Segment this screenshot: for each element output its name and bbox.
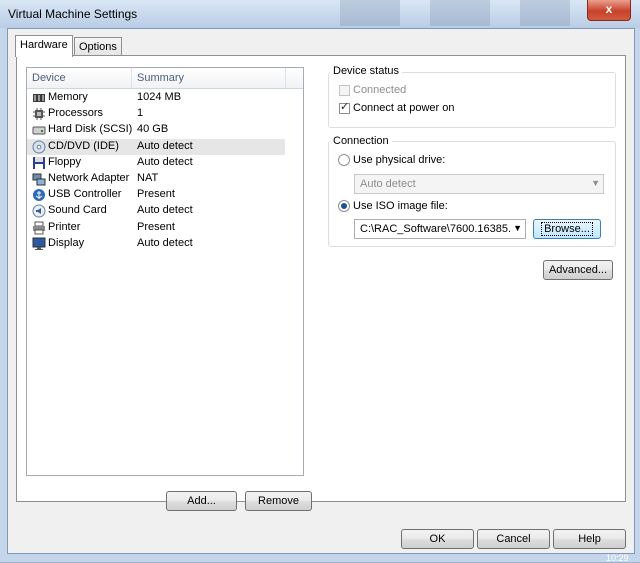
advanced-button[interactable]: Advanced... [543,260,613,280]
column-device[interactable]: Device [32,72,66,84]
device-row-display[interactable]: Display Auto detect [27,236,285,252]
device-row-network-adapter[interactable]: Network Adapter NAT [27,171,285,187]
device-summary: Auto detect [137,139,193,152]
device-name: Display [48,236,85,249]
device-name: Sound Card [48,204,107,217]
iso-path-value: C:\RAC_Software\7600.16385. [360,223,510,235]
browse-button[interactable]: Browse... [533,219,601,239]
device-row-usb-controller[interactable]: USB Controller Present [27,187,285,203]
use-iso-image-radio[interactable] [338,200,350,212]
device-summary: Auto detect [137,236,193,249]
hard-disk-icon [32,123,46,137]
device-row-memory[interactable]: Memory 1024 MB [27,90,285,106]
floppy-icon [32,156,46,170]
iso-path-combobox[interactable]: C:\RAC_Software\7600.16385. ▼ [354,219,526,239]
physical-drive-select[interactable]: Auto detect ▼ [354,174,604,194]
device-summary: Auto detect [137,155,193,168]
device-name: USB Controller [48,188,122,201]
device-row-sound-card[interactable]: Sound Card Auto detect [27,203,285,219]
device-row-printer[interactable]: Printer Present [27,220,285,236]
background-window-ghost [340,0,570,26]
device-name: Processors [48,107,104,120]
device-summary: NAT [137,172,159,184]
connect-at-power-on-checkbox[interactable] [339,100,350,114]
cancel-button[interactable]: Cancel [477,529,550,549]
device-summary: Present [137,188,175,201]
dialog-client-area: Hardware Options Device Summary Memory 10… [7,28,635,554]
device-status-group [328,72,616,128]
column-separator[interactable] [131,68,132,88]
connected-checkbox[interactable] [339,85,350,96]
device-name: Network Adapter [48,172,130,184]
close-button[interactable]: x [587,0,631,21]
cd-dvd-icon [32,140,46,154]
tab-options[interactable]: Options [74,37,122,56]
device-row-floppy[interactable]: Floppy Auto detect [27,155,285,171]
device-summary: 1024 MB [137,91,182,103]
device-name: Hard Disk (SCSI) [48,123,133,136]
help-button[interactable]: Help [553,529,626,549]
device-list-header: Device Summary [27,68,303,89]
device-row-processors[interactable]: Processors 1 [27,106,285,122]
memory-icon [32,91,46,105]
vm-settings-window: Virtual Machine Settings x Hardware Opti… [0,0,640,563]
remove-button[interactable]: Remove [245,491,312,511]
device-row-cd-dvd-ide[interactable]: CD/DVD (IDE) Auto detect [27,138,285,155]
title-bar[interactable]: Virtual Machine Settings x [0,0,640,28]
chevron-down-icon: ▼ [513,223,522,233]
add-button[interactable]: Add... [166,491,237,511]
device-name: CD/DVD (IDE) [48,139,119,152]
device-name: Printer [48,220,81,233]
device-summary: Present [137,220,175,233]
use-physical-drive-label: Use physical drive: [353,154,446,166]
sound-card-icon [32,204,46,218]
tab-hardware[interactable]: Hardware [15,35,73,57]
connection-title: Connection [330,135,392,147]
device-summary: 1 [137,107,144,120]
network-adapter-icon [32,172,46,186]
column-separator[interactable] [285,68,286,88]
usb-icon [32,188,46,202]
device-summary: Auto detect [137,204,193,217]
browse-label: Browse... [541,222,593,236]
physical-drive-value: Auto detect [360,178,416,190]
connected-label: Connected [353,84,407,96]
ok-button[interactable]: OK [401,529,474,549]
connect-at-power-on-label: Connect at power on [353,102,455,114]
chevron-down-icon: ▼ [591,178,600,188]
column-summary[interactable]: Summary [137,72,184,84]
device-status-title: Device status [330,65,403,77]
window-title: Virtual Machine Settings [8,7,138,21]
display-icon [32,237,46,251]
device-name: Memory [48,91,88,103]
processor-icon [32,107,46,121]
device-name: Floppy [48,155,82,168]
device-list[interactable]: Device Summary Memory 1024 MB Processors 1 H… [26,67,304,476]
use-iso-image-label: Use ISO image file: [353,200,448,212]
device-summary: 40 GB [137,123,169,136]
use-physical-drive-radio[interactable] [338,154,350,166]
device-row-hard-disk-scsi[interactable]: Hard Disk (SCSI) 40 GB [27,122,285,138]
printer-icon [32,221,46,235]
